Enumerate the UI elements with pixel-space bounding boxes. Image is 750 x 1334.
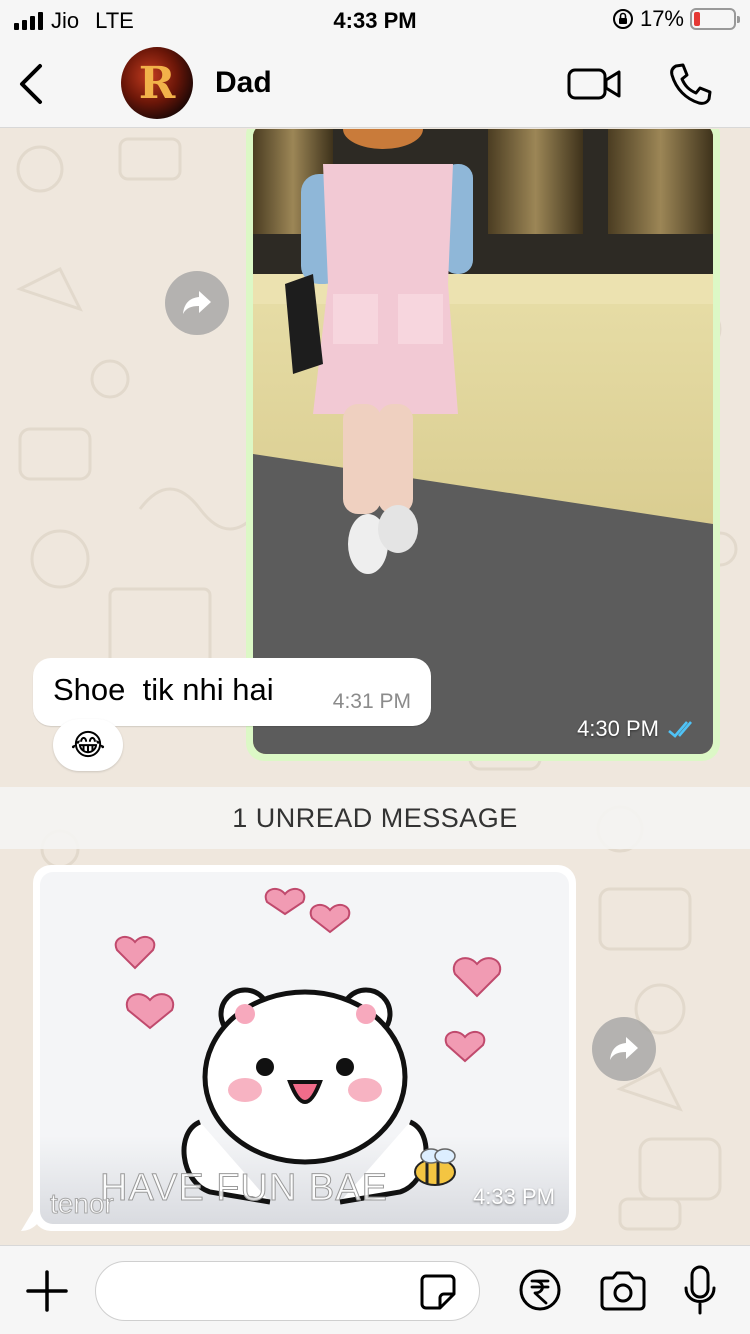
video-camera-icon[interactable] xyxy=(566,64,622,104)
battery-icon xyxy=(690,8,740,30)
battery-level xyxy=(694,12,701,26)
plus-icon[interactable] xyxy=(24,1268,70,1314)
status-right: 17% xyxy=(612,6,740,32)
status-bar: Jio LTE 4:33 PM 17% xyxy=(0,0,750,40)
chat-header: R Dad xyxy=(0,40,750,128)
laughing-emoji-icon: 😂 xyxy=(70,728,106,762)
message-time: 4:31 PM xyxy=(332,690,411,713)
message-time: 4:30 PM xyxy=(577,716,659,741)
share-arrow-icon xyxy=(183,291,211,314)
incoming-text-message[interactable]: Shoe tik nhi hai 4:31 PM xyxy=(33,658,431,726)
orientation-lock-icon xyxy=(612,9,633,29)
sticker-icon[interactable] xyxy=(418,1272,458,1312)
message-text: Shoe tik nhi hai xyxy=(53,672,274,707)
forward-button[interactable] xyxy=(592,1017,656,1081)
unread-banner: 1 UNREAD MESSAGE xyxy=(0,787,750,849)
share-arrow-icon xyxy=(610,1037,638,1060)
gif-caption: HAVE FUN BAE xyxy=(100,1167,388,1210)
contact-name[interactable]: Dad xyxy=(215,66,272,100)
avatar[interactable]: R xyxy=(121,47,193,119)
incoming-gif-message[interactable]: HAVE FUN BAE tenor 4:33 PM xyxy=(33,865,576,1231)
double-check-icon xyxy=(668,721,692,738)
battery-percent: 17% xyxy=(639,6,684,31)
reaction-badge[interactable]: 😂 xyxy=(53,719,123,771)
phone-icon[interactable] xyxy=(666,60,714,108)
message-input-bar xyxy=(0,1245,750,1334)
camera-icon[interactable] xyxy=(598,1270,648,1312)
tenor-logo: tenor xyxy=(50,1188,115,1220)
message-time: 4:33 PM xyxy=(473,1184,555,1209)
microphone-icon[interactable] xyxy=(682,1264,718,1316)
gif-media[interactable]: HAVE FUN BAE tenor 4:33 PM xyxy=(40,872,569,1224)
message-meta: 4:30 PM xyxy=(577,716,699,742)
rupee-icon[interactable] xyxy=(518,1268,562,1312)
chevron-left-icon[interactable] xyxy=(14,62,50,106)
avatar-letter: R xyxy=(138,57,176,109)
forward-button[interactable] xyxy=(165,271,229,335)
chat-area[interactable]: 4:30 PM Shoe tik nhi hai 4:31 PM 😂 1 UNR… xyxy=(0,129,750,1245)
